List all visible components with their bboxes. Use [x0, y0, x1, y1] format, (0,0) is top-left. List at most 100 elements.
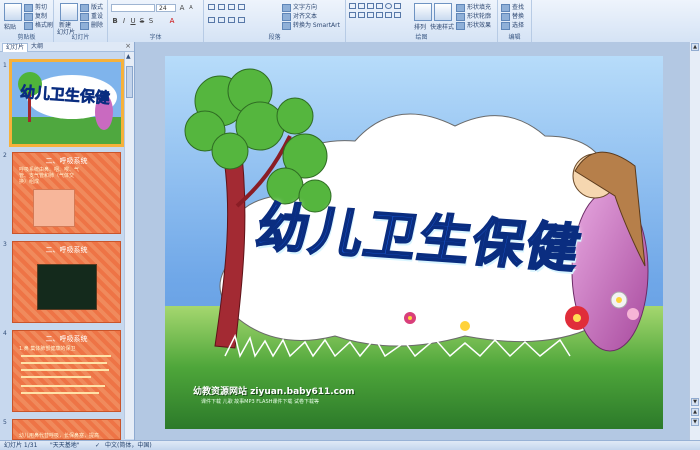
scroll-up-icon[interactable]: ▲ [126, 53, 131, 60]
next-slide-icon[interactable]: ▼ [691, 418, 699, 426]
thumb-3-title: 二、呼吸系统 [45, 246, 88, 254]
pane-tabs: 幻灯片 大纲 × [0, 42, 134, 52]
brush-icon [24, 21, 33, 30]
layout-label: 版式 [91, 4, 104, 11]
freeform-shape-icon[interactable] [385, 12, 392, 18]
close-pane-icon[interactable]: × [125, 42, 131, 50]
slide-editor: 幼儿卫生保健 幼教资源网站 ziyuan.baby611.com 课件下载 儿歌… [135, 42, 700, 440]
thumbnail-scrollbar[interactable]: ▲ [124, 52, 134, 439]
font-name-combo[interactable] [111, 4, 155, 12]
delete-button[interactable]: 删除 [80, 20, 103, 30]
brace-shape-icon[interactable] [358, 12, 365, 18]
rectangle-shape-icon[interactable] [376, 3, 383, 9]
slides-pane: 幻灯片 大纲 × 1 幼儿卫生保健 2 二、呼吸系统 呼吸系统由鼻、咽、喉、气管… [0, 42, 135, 440]
text-line [21, 376, 91, 378]
delete-label: 删除 [91, 22, 104, 29]
tab-outline[interactable]: 大纲 [28, 43, 46, 51]
paragraph-group-label: 段落 [268, 34, 281, 41]
slide-thumbnail-2[interactable]: 二、呼吸系统 呼吸系统由鼻、咽、喉、气管、支气管和肺（气体交换）组成 [12, 152, 121, 234]
justify-icon[interactable] [238, 17, 245, 23]
editor-scrollbar[interactable]: ▲ ▼ ▲ ▼ [689, 42, 700, 440]
bold-icon[interactable]: B [111, 17, 119, 25]
shape-effects-button[interactable]: 形状效果 [456, 20, 491, 30]
cut-label: 剪切 [35, 4, 48, 11]
drawing-group-label: 绘图 [415, 34, 428, 41]
font-color-icon[interactable]: A [168, 17, 176, 25]
scroll-thumb[interactable] [126, 66, 133, 98]
align-right-icon[interactable] [228, 17, 235, 23]
paste-icon[interactable] [4, 3, 22, 21]
oval-shape-icon[interactable] [385, 3, 392, 9]
text-line [21, 362, 107, 364]
italic-icon[interactable]: I [120, 17, 128, 25]
respiratory-diagram-image [33, 189, 75, 227]
grow-font-icon[interactable]: A [178, 4, 186, 12]
bullets-icon[interactable] [208, 4, 215, 10]
align-text-label: 对齐文本 [293, 13, 318, 20]
font-group-label: 字体 [149, 34, 162, 41]
bracket-shape-icon[interactable] [349, 12, 356, 18]
shape-effects-label: 形状效果 [467, 22, 492, 29]
replace-label: 替换 [512, 13, 525, 20]
triangle-shape-icon[interactable] [394, 3, 401, 9]
callout-shape-icon[interactable] [394, 12, 401, 18]
quick-styles-icon[interactable] [434, 3, 452, 21]
decrease-indent-icon[interactable] [228, 4, 235, 10]
thumb-4-title: 二、呼吸系统 [45, 335, 88, 343]
clipboard-group-label: 剪贴板 [17, 34, 36, 41]
new-slide-icon[interactable] [60, 3, 78, 21]
shapes-gallery[interactable] [349, 3, 409, 29]
thumb-number: 4 [3, 330, 7, 337]
underline-icon[interactable]: U [129, 17, 137, 25]
thumb-number: 1 [3, 62, 7, 69]
curve-shape-icon[interactable] [376, 12, 383, 18]
smartart-label: 转换为 SmartArt [293, 22, 340, 29]
shape-outline-label: 形状轮廓 [467, 13, 492, 20]
increase-indent-icon[interactable] [238, 4, 245, 10]
thumb-2-title: 二、呼吸系统 [45, 157, 88, 165]
line-shape-icon[interactable] [358, 3, 365, 9]
arrange-button[interactable]: 排列 [414, 22, 426, 31]
slide-thumbnail-4[interactable]: 二、呼吸系统 1.鼻 集体肺部健康的保卫 [12, 330, 121, 412]
format-painter-button[interactable]: 格式刷 [24, 20, 53, 30]
cursor-icon [501, 21, 510, 30]
video-frame-image [37, 264, 97, 310]
align-left-icon[interactable] [208, 17, 215, 23]
select-label: 选择 [512, 22, 525, 29]
arrange-icon[interactable] [414, 3, 432, 21]
star-shape-icon[interactable] [367, 12, 374, 18]
smartart-button[interactable]: 转换为 SmartArt [282, 20, 340, 30]
previous-slide-icon[interactable]: ▲ [691, 408, 699, 416]
scroll-down-icon[interactable]: ▼ [691, 398, 699, 406]
arrow-shape-icon[interactable] [367, 3, 374, 9]
font-group: 24 A A B I U S S A 字体 [108, 0, 204, 42]
quick-styles-button[interactable]: 快速样式 [430, 22, 454, 31]
numbering-icon[interactable] [218, 4, 225, 10]
slides-group: 新建 幻灯片 版式 重设 删除 幻灯片 [54, 0, 108, 42]
slide-thumbnail-1[interactable]: 幼儿卫生保健 [9, 59, 124, 147]
thumb-number: 2 [3, 152, 7, 159]
select-button[interactable]: 选择 [501, 20, 524, 30]
clipboard-group: 粘贴 剪切 复制 格式刷 剪贴板 [0, 0, 54, 42]
paste-button[interactable]: 粘贴 [4, 22, 16, 31]
align-center-icon[interactable] [218, 17, 225, 23]
tab-slides[interactable]: 幻灯片 [2, 43, 29, 52]
slide-canvas[interactable]: 幼儿卫生保健 幼教资源网站 ziyuan.baby611.com 课件下载 儿歌… [165, 56, 663, 429]
paragraph-group: 文字方向 对齐文本 转换为 SmartArt 段落 [204, 0, 346, 42]
shape-effects-icon [456, 21, 465, 30]
website-subcredit: 课件下载 儿歌 故事MP3 FLASH课件下载 试卷下载等 [201, 399, 320, 405]
thumb-2-text: 呼吸系统由鼻、咽、喉、气管、支气管和肺（气体交换）组成 [19, 167, 80, 185]
scroll-up-icon[interactable]: ▲ [691, 43, 699, 51]
font-size-combo[interactable]: 24 [156, 4, 176, 12]
ribbon: 粘贴 剪切 复制 格式刷 剪贴板 新建 幻灯片 版式 重设 删除 幻灯片 24 … [0, 0, 700, 43]
text-line [21, 385, 105, 387]
slide-thumbnail-5[interactable]: 幼儿用鼻代替呼吸，长保鼻塞，提高 [12, 419, 121, 440]
thumb-number: 5 [3, 419, 7, 426]
shadow-icon[interactable]: S [147, 17, 155, 25]
thumb-4-text: 1.鼻 集体肺部健康的保卫 [19, 346, 76, 352]
slide-thumbnail-3[interactable]: 二、呼吸系统 [12, 241, 121, 323]
editing-group-label: 编辑 [508, 34, 521, 41]
strikethrough-icon[interactable]: S [138, 17, 146, 25]
textbox-shape-icon[interactable] [349, 3, 356, 9]
shrink-font-icon[interactable]: A [187, 4, 195, 12]
